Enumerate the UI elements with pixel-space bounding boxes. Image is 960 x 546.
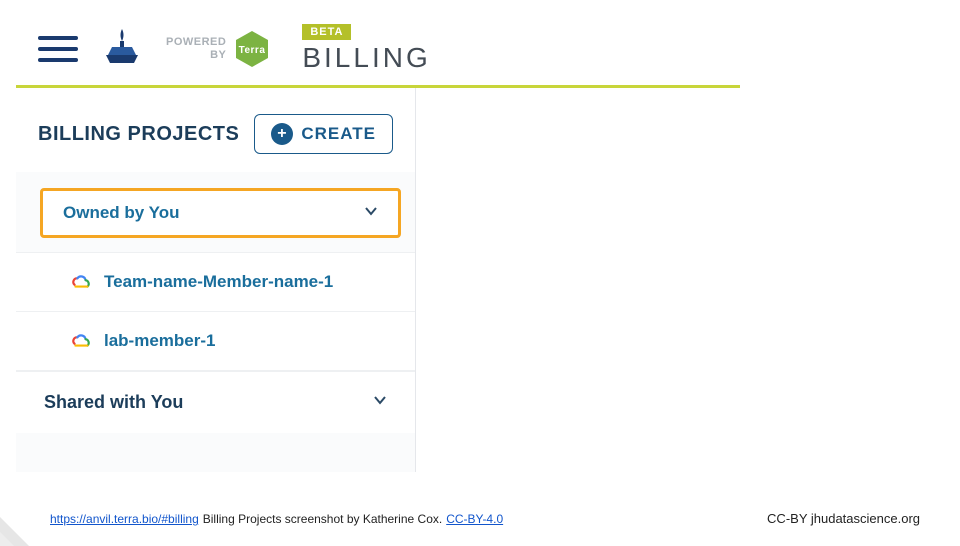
google-cloud-icon	[70, 271, 92, 293]
topbar: POWERED BY Terra BETA BILLING	[16, 12, 740, 88]
ccby-footer: CC-BY jhudatascience.org	[767, 511, 920, 526]
sidebar-title: BILLING PROJECTS	[38, 123, 239, 146]
main-pane	[416, 88, 740, 472]
chevron-down-icon	[373, 393, 387, 412]
corner-watermark-icon	[0, 491, 49, 546]
section-owned-label: Owned by You	[63, 203, 180, 223]
section-shared-label: Shared with You	[44, 392, 183, 413]
content: BILLING PROJECTS + CREATE Owned by You	[16, 88, 740, 472]
anvil-logo	[98, 25, 146, 73]
powered-line2: BY	[166, 49, 226, 61]
project-item[interactable]: Team-name-Member-name-1	[16, 252, 415, 312]
section-shared-with-you[interactable]: Shared with You	[16, 371, 415, 433]
menu-icon[interactable]	[38, 36, 78, 62]
attribution-license-link[interactable]: CC-BY-4.0	[446, 512, 503, 526]
attribution: https://anvil.terra.bio/#billing Billing…	[50, 512, 503, 526]
app-frame: POWERED BY Terra BETA BILLING BILLING PR…	[16, 12, 740, 472]
chevron-down-icon	[364, 204, 378, 223]
powered-by: POWERED BY Terra	[166, 29, 272, 69]
project-name: Team-name-Member-name-1	[104, 272, 333, 292]
project-name: lab-member-1	[104, 331, 215, 351]
plus-icon: +	[271, 123, 293, 145]
page-title-wrap: BETA BILLING	[302, 24, 430, 74]
section-owned-by-you[interactable]: Owned by You	[40, 188, 401, 238]
create-button-label: CREATE	[301, 124, 376, 144]
create-button[interactable]: + CREATE	[254, 114, 393, 154]
powered-line1: POWERED	[166, 36, 226, 48]
attribution-url-link[interactable]: https://anvil.terra.bio/#billing	[50, 512, 199, 526]
sidebar: BILLING PROJECTS + CREATE Owned by You	[16, 88, 416, 472]
attribution-caption: Billing Projects screenshot by Katherine…	[203, 512, 442, 526]
beta-badge: BETA	[302, 24, 351, 40]
project-item[interactable]: lab-member-1	[16, 311, 415, 371]
svg-text:Terra: Terra	[239, 45, 266, 56]
page-title: BILLING	[302, 42, 430, 74]
google-cloud-icon	[70, 330, 92, 352]
sidebar-header: BILLING PROJECTS + CREATE	[16, 88, 415, 172]
terra-logo-icon: Terra	[232, 29, 272, 69]
